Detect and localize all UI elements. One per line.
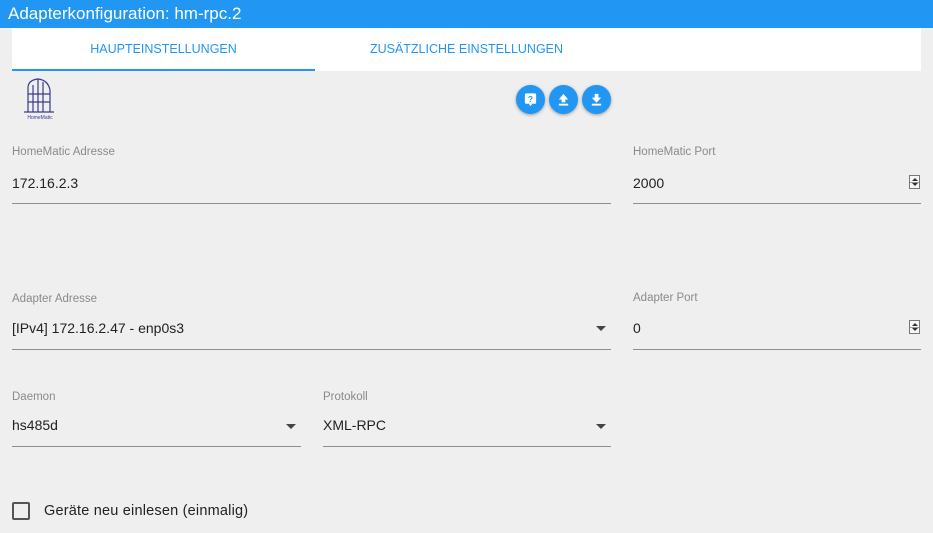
adapter-port-field[interactable]: Adapter Port 0 — [633, 292, 921, 350]
homematic-logo: HomeMatic — [20, 76, 60, 122]
daemon-select[interactable]: Daemon hs485d — [12, 391, 301, 447]
adapter-address-select[interactable]: Adapter Adresse [IPv4] 172.16.2.47 - enp… — [12, 293, 611, 350]
homematic-port-stepper[interactable] — [909, 175, 920, 189]
svg-text:?: ? — [528, 94, 533, 104]
chevron-down-icon[interactable] — [596, 326, 606, 331]
tab-additional-settings[interactable]: ZUSÄTZLICHE EINSTELLUNGEN — [315, 28, 618, 71]
chevron-down-icon[interactable] — [596, 424, 606, 429]
homematic-port-field[interactable]: HomeMatic Port 2000 — [633, 146, 921, 204]
adapter-port-underline — [633, 349, 921, 350]
homematic-address-field[interactable]: HomeMatic Adresse 172.16.2.3 — [12, 146, 611, 204]
homematic-port-input[interactable]: 2000 — [633, 175, 664, 191]
homematic-port-label: HomeMatic Port — [633, 146, 716, 158]
window-title: Adapterkonfiguration: hm-rpc.2 — [0, 0, 933, 28]
daemon-underline — [12, 446, 301, 447]
adapter-port-label: Adapter Port — [633, 292, 698, 304]
protocol-label: Protokoll — [323, 391, 368, 403]
download-button[interactable] — [582, 85, 611, 114]
homematic-address-label: HomeMatic Adresse — [12, 146, 115, 158]
homematic-logo-text: HomeMatic — [27, 115, 53, 121]
download-icon — [591, 93, 602, 106]
daemon-label: Daemon — [12, 391, 56, 403]
tab-main-settings[interactable]: HAUPTEINSTELLUNGEN — [12, 28, 315, 71]
adapter-address-value: [IPv4] 172.16.2.47 - enp0s3 — [12, 320, 185, 336]
tab-bar: HAUPTEINSTELLUNGEN ZUSÄTZLICHE EINSTELLU… — [12, 28, 921, 71]
upload-icon — [558, 93, 569, 106]
reread-devices-checkbox[interactable] — [12, 502, 30, 520]
adapter-port-input[interactable]: 0 — [633, 320, 641, 336]
adapter-address-underline — [12, 349, 611, 350]
help-button[interactable]: ? — [516, 85, 545, 114]
daemon-value: hs485d — [12, 417, 58, 433]
reread-devices-label[interactable]: Geräte neu einlesen (einmalig) — [44, 503, 248, 519]
protocol-underline — [323, 446, 611, 447]
adapter-address-label: Adapter Adresse — [12, 293, 98, 305]
homematic-address-input[interactable]: 172.16.2.3 — [12, 175, 78, 191]
upload-button[interactable] — [549, 85, 578, 114]
protocol-select[interactable]: Protokoll XML-RPC — [323, 391, 611, 447]
active-tab-indicator — [12, 69, 315, 71]
chevron-down-icon[interactable] — [286, 424, 296, 429]
adapter-port-stepper[interactable] — [909, 320, 920, 334]
homematic-port-underline — [633, 203, 921, 204]
homematic-address-underline — [12, 203, 611, 204]
protocol-value: XML-RPC — [323, 417, 387, 433]
help-icon: ? — [524, 93, 537, 107]
